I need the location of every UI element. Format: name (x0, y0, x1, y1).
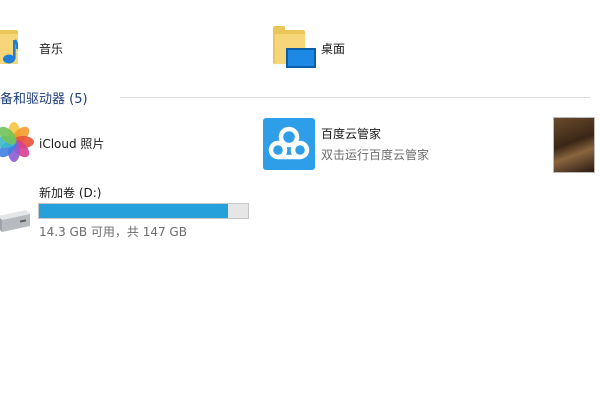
photos-icon (0, 122, 34, 162)
folder-desktop-label: 桌面 (321, 42, 346, 56)
device-baidu-cloud[interactable]: 百度云管家 双击运行百度云管家 (262, 114, 492, 174)
section-divider (120, 97, 590, 98)
hard-drive-icon (0, 210, 30, 232)
device-icloud-label: iCloud 照片 (39, 137, 105, 151)
desktop-folder-icon (273, 24, 316, 70)
drive-d-usage-fill (39, 204, 228, 218)
section-header-devices[interactable]: 备和驱动器 (5) (0, 88, 88, 107)
folder-music[interactable]: 音乐 (0, 22, 120, 70)
device-baidu-label: 百度云管家 (321, 127, 382, 141)
folder-music-label: 音乐 (39, 42, 64, 56)
music-folder-icon (0, 24, 20, 66)
drive-d-usage-bar (38, 203, 249, 219)
drive-d-usage: 14.3 GB 可用，共 147 GB (39, 225, 187, 239)
baidu-cloud-icon (263, 118, 315, 170)
folder-desktop[interactable]: 桌面 (270, 22, 390, 70)
device-baidu-subtitle: 双击运行百度云管家 (321, 148, 430, 162)
drive-d-label: 新加卷 (D:) (39, 186, 102, 200)
media-thumbnail-icon[interactable] (553, 117, 595, 173)
device-icloud-photos[interactable]: iCloud 照片 (0, 114, 200, 172)
